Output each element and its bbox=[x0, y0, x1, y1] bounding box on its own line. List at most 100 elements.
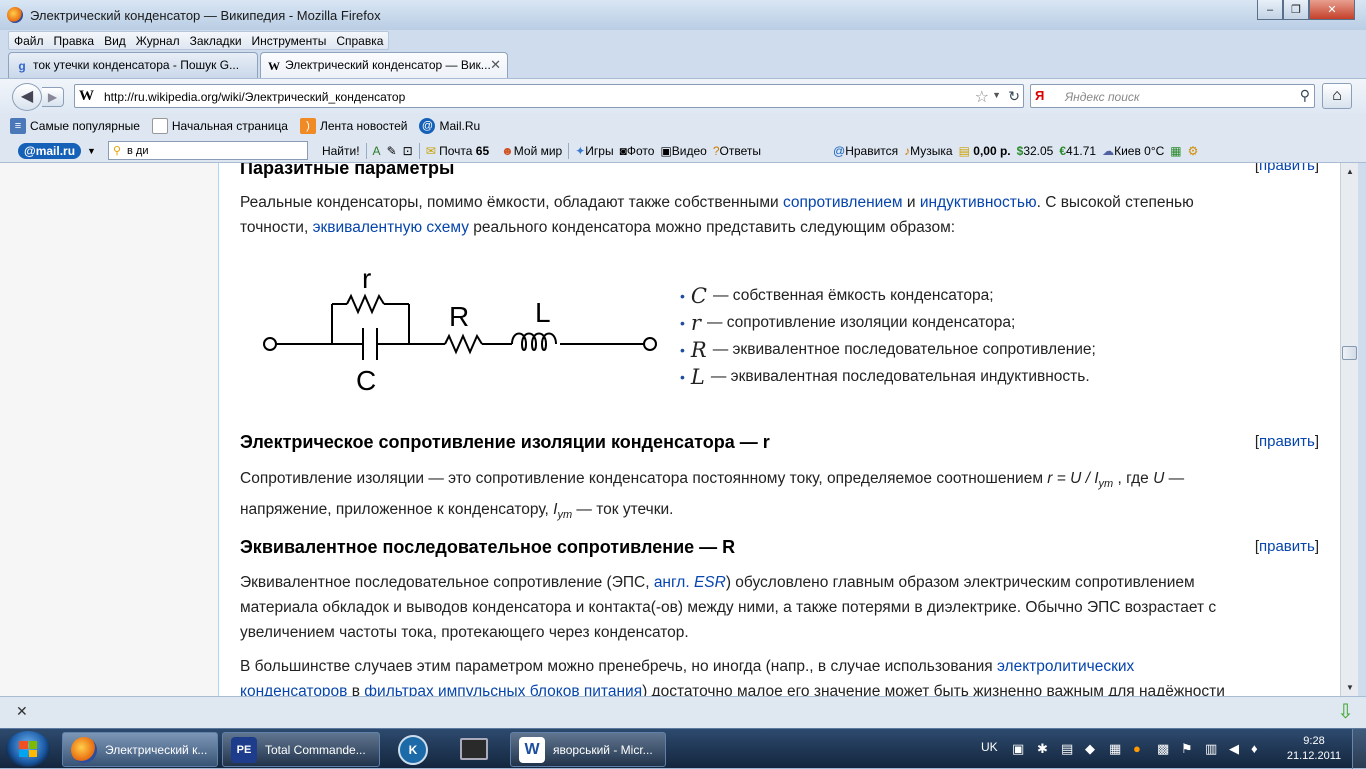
minimize-button[interactable]: ‒ bbox=[1257, 0, 1283, 20]
menu-edit[interactable]: Правка bbox=[49, 32, 100, 49]
menu-help[interactable]: Справка bbox=[331, 32, 388, 49]
url-bar[interactable]: W http://ru.wikipedia.org/wiki/Электриче… bbox=[74, 84, 1024, 108]
title-bar: Электрический конденсатор — Википедия - … bbox=[0, 0, 1366, 30]
games-label: Игры bbox=[585, 143, 614, 158]
network-icon[interactable]: ▥ bbox=[1205, 741, 1217, 757]
weather-button[interactable]: ☁Киев 0°C bbox=[1102, 144, 1164, 158]
menu-history[interactable]: Журнал bbox=[131, 32, 185, 49]
tray-icon[interactable]: ✱ bbox=[1037, 741, 1048, 757]
volume-icon[interactable]: ◀ bbox=[1229, 741, 1239, 757]
eur-rate[interactable]: €41.71 bbox=[1059, 144, 1096, 158]
highlight-icon[interactable]: ✎ bbox=[387, 144, 397, 158]
menu-file[interactable]: Файл bbox=[9, 32, 49, 49]
tray-icon[interactable]: ◆ bbox=[1085, 741, 1095, 757]
menu-tools[interactable]: Инструменты bbox=[247, 32, 332, 49]
bookmark-news-feed[interactable]: ) Лента новостей bbox=[299, 118, 407, 134]
tab-google[interactable]: g ток утечки конденсатора - Пошук G... bbox=[8, 52, 258, 78]
smps-filter-link[interactable]: фильтрах импульсных блоков питания bbox=[364, 683, 642, 696]
video-button[interactable]: ▣Видео bbox=[660, 144, 706, 158]
inductance-link[interactable]: индуктивностью bbox=[920, 194, 1037, 211]
equivalent-circuit-link[interactable]: эквивалентную схему bbox=[313, 219, 469, 236]
download-arrow-icon[interactable]: ⇩ bbox=[1337, 699, 1354, 724]
edit-link[interactable]: [править] bbox=[1255, 163, 1319, 174]
forward-button[interactable]: ▶ bbox=[42, 87, 64, 107]
yandex-icon[interactable]: Я bbox=[1035, 88, 1044, 103]
bookmark-mailru[interactable]: @ Mail.Ru bbox=[419, 118, 480, 134]
mailru-search-input[interactable]: ⚲ в ди bbox=[107, 141, 308, 160]
mail-button[interactable]: ✉ Почта 65 bbox=[426, 144, 489, 158]
formula: U bbox=[1153, 470, 1165, 487]
maximize-button[interactable]: ❐ bbox=[1283, 0, 1309, 20]
usd-rate[interactable]: $32.05 bbox=[1017, 144, 1054, 158]
scroll-up-arrow-icon[interactable]: ▲ bbox=[1341, 163, 1359, 180]
search-placeholder[interactable]: Яндекс поиск bbox=[1065, 90, 1140, 104]
edit-link[interactable]: [править] bbox=[1255, 433, 1319, 450]
tray-icon[interactable]: ▩ bbox=[1157, 741, 1169, 757]
url-text[interactable]: http://ru.wikipedia.org/wiki/Электрическ… bbox=[104, 90, 405, 104]
tray-icon[interactable]: ▤ bbox=[1061, 741, 1073, 757]
electrolytic-link[interactable]: конденсаторов bbox=[240, 683, 347, 696]
esr-paragraph: Эквивалентное последовательное сопротивл… bbox=[240, 570, 1290, 645]
electrolytic-link[interactable]: электролитических bbox=[997, 658, 1134, 675]
chevron-down-icon[interactable]: ▼ bbox=[992, 90, 1001, 100]
resistance-link[interactable]: сопротивлением bbox=[783, 194, 903, 211]
zoom-icon[interactable]: ⊡ bbox=[403, 144, 413, 158]
mailru-logo[interactable]: @mail.ru bbox=[18, 142, 82, 159]
tray-icon[interactable]: ▣ bbox=[1012, 741, 1024, 757]
tray-icon[interactable]: ♦ bbox=[1251, 741, 1258, 756]
system-clock[interactable]: 9:28 21.12.2011 bbox=[1284, 734, 1344, 764]
bookmark-star-icon[interactable]: ☆ bbox=[975, 87, 989, 107]
taskbar-firefox[interactable]: Электрический к... bbox=[62, 732, 218, 767]
answers-button[interactable]: ?Ответы bbox=[713, 144, 761, 158]
back-button[interactable]: ◀ bbox=[12, 83, 42, 111]
scroll-down-arrow-icon[interactable]: ▼ bbox=[1341, 679, 1359, 696]
music-button[interactable]: ♪Музыка bbox=[904, 144, 952, 158]
chevron-down-icon[interactable]: ▼ bbox=[87, 146, 96, 156]
my-world-button[interactable]: ☻Мой мир bbox=[501, 144, 562, 158]
scroll-thumb[interactable] bbox=[1342, 346, 1357, 360]
wallet-button[interactable]: ▤ 0,00 р. bbox=[959, 144, 1011, 158]
navigation-bar: ◀ ▶ W http://ru.wikipedia.org/wiki/Элект… bbox=[0, 78, 1366, 113]
tray-icon[interactable]: ▦ bbox=[1109, 741, 1121, 757]
vertical-scrollbar[interactable]: ▲ ▼ bbox=[1340, 163, 1358, 696]
games-button[interactable]: ✦Игры bbox=[575, 144, 613, 158]
language-indicator[interactable]: UK bbox=[981, 740, 998, 754]
taskbar-total-commander[interactable]: PE Total Commande... bbox=[222, 732, 380, 767]
find-button[interactable]: Найти! bbox=[322, 144, 360, 158]
search-icon: ⚲ bbox=[112, 145, 122, 157]
edit-link-text[interactable]: править bbox=[1259, 163, 1315, 174]
esr-term[interactable]: ESR bbox=[694, 574, 726, 591]
taskbar-pinned-app[interactable]: K bbox=[384, 732, 440, 767]
tray-icon[interactable]: ● bbox=[1133, 741, 1141, 756]
gear-icon[interactable]: ⚙ bbox=[1188, 144, 1199, 158]
search-bar[interactable]: Я Яндекс поиск ⚲ bbox=[1030, 84, 1315, 108]
close-tab-icon[interactable]: ✕ bbox=[490, 57, 501, 73]
start-button[interactable] bbox=[6, 731, 50, 767]
font-size-icon[interactable]: A bbox=[373, 144, 381, 158]
reload-icon[interactable]: ↻ bbox=[1008, 88, 1020, 105]
taskbar-word[interactable]: W яворський - Micr... bbox=[510, 732, 666, 767]
text: Реальные конденсаторы, помимо ёмкости, о… bbox=[240, 194, 783, 211]
taskbar-pinned-app[interactable] bbox=[444, 732, 500, 767]
menu-view[interactable]: Вид bbox=[99, 32, 131, 49]
likes-button[interactable]: @Нравится bbox=[833, 144, 898, 158]
close-button[interactable]: ✕ bbox=[1309, 0, 1355, 20]
show-desktop-button[interactable] bbox=[1352, 729, 1366, 769]
bookmark-start-page[interactable]: Начальная страница bbox=[151, 118, 288, 134]
edit-link-text[interactable]: править bbox=[1259, 433, 1315, 450]
menu-bookmarks[interactable]: Закладки bbox=[185, 32, 247, 49]
action-center-flag-icon[interactable]: ⚑ bbox=[1181, 741, 1193, 757]
bookmark-most-visited[interactable]: ≡ Самые популярные bbox=[10, 118, 140, 134]
tab-wikipedia[interactable]: W Электрический конденсатор — Вик... ✕ bbox=[260, 52, 508, 78]
text: Эквивалентное последовательное сопротивл… bbox=[240, 574, 654, 591]
home-button[interactable]: ⌂ bbox=[1322, 83, 1352, 109]
search-icon[interactable]: ⚲ bbox=[1300, 87, 1310, 104]
english-link[interactable]: англ. bbox=[654, 574, 690, 591]
close-findbar-icon[interactable]: ✕ bbox=[16, 703, 28, 720]
edit-link[interactable]: [править] bbox=[1255, 538, 1319, 555]
map-icon[interactable]: ▦ bbox=[1170, 144, 1181, 158]
symbol: C bbox=[690, 284, 707, 308]
edit-link-text[interactable]: править bbox=[1259, 538, 1315, 555]
tab-label: Электрический конденсатор — Вик... bbox=[285, 58, 491, 72]
photo-button[interactable]: ◙Фото bbox=[620, 144, 655, 158]
